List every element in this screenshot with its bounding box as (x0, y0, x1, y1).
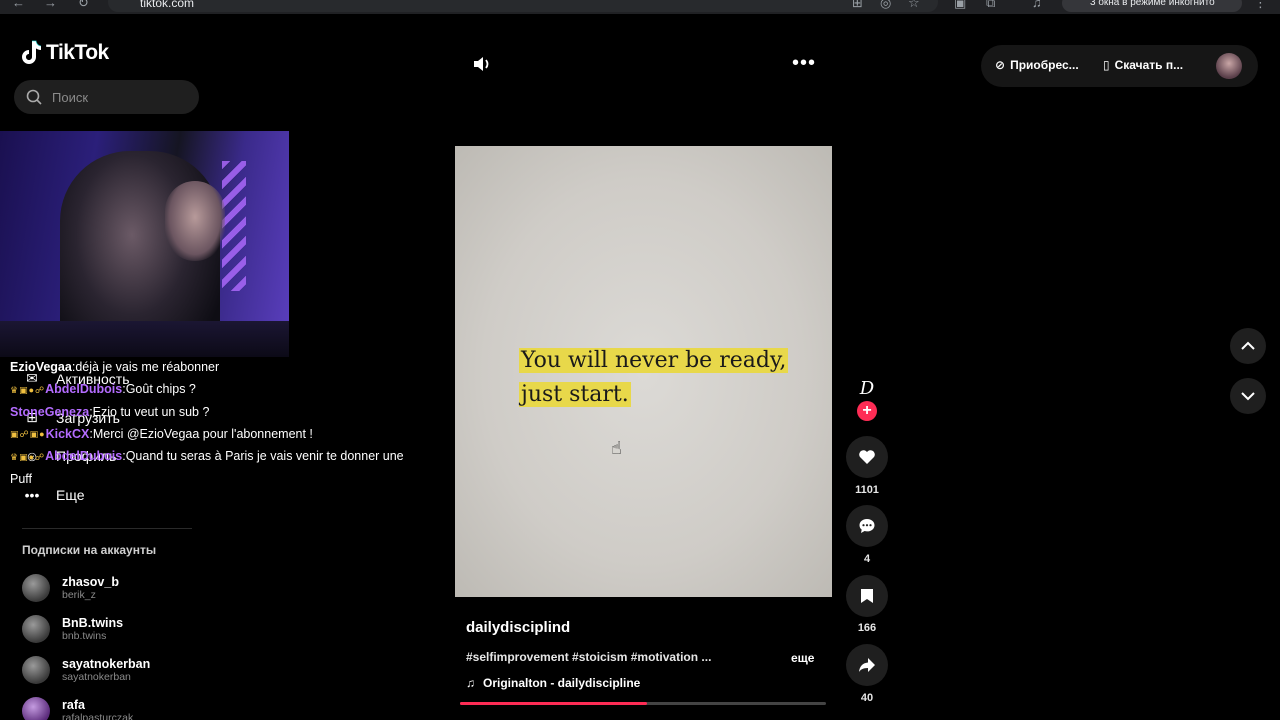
account-name: sayatnokerban (62, 657, 151, 671)
description-more-link[interactable]: еще (791, 651, 814, 665)
music-note-icon: ♫ (466, 676, 475, 690)
logo-text: TikTok (46, 41, 109, 64)
tiktok-logo[interactable]: TikTok (20, 40, 109, 66)
back-icon[interactable]: ← (12, 0, 25, 10)
video-progress-fill (460, 702, 647, 705)
chat-message: EzioVegaa:déjà je vais me réabonner (10, 360, 220, 374)
chat-text: Goût chips ? (125, 382, 196, 396)
get-coins-label: Приобрес... (1010, 58, 1079, 72)
user-avatar[interactable] (1216, 53, 1242, 79)
search-icon (26, 89, 42, 105)
next-video-button[interactable] (1230, 378, 1266, 414)
video-hashtags[interactable]: #selfimprovement #stoicism #motivation .… (466, 650, 711, 664)
chat-username: AbdelDubois (45, 382, 123, 396)
share-button[interactable] (846, 644, 888, 686)
following-title: Подписки на аккаунты (22, 543, 157, 557)
quote-line-2: just start. (519, 382, 631, 407)
stream-chat: EzioVegaa:déjà je vais me réabonner ♛▣●☍A… (10, 356, 410, 490)
like-button[interactable] (846, 436, 888, 478)
chat-text: Ezio tu veut un sub ? (92, 404, 210, 419)
video-author[interactable]: dailydisciplind (466, 619, 570, 636)
download-app-label: Скачать п... (1114, 58, 1184, 72)
comment-button[interactable] (846, 505, 888, 547)
forward-icon[interactable]: → (44, 0, 57, 10)
account-handle: rafalpasturczak (62, 712, 134, 720)
media-icon[interactable]: ♫ (1032, 0, 1042, 10)
reload-icon[interactable]: ↻ (78, 0, 89, 10)
save-count: 166 (857, 622, 877, 634)
following-account[interactable]: rafa rafalpasturczak (22, 697, 133, 720)
chat-text: Merci @EzioVegaa pour l'abonnement ! (92, 426, 313, 441)
avatar (22, 574, 50, 602)
avatar (22, 615, 50, 643)
comment-count: 4 (863, 553, 871, 565)
save-button[interactable] (846, 575, 888, 617)
translate-icon[interactable]: ⊞ (852, 0, 863, 10)
like-count: 1101 (855, 484, 879, 496)
incognito-badge[interactable]: 3 окна в режиме инкогнито (1062, 0, 1242, 12)
chat-username: AbdelDubois (45, 449, 123, 464)
following-account[interactable]: zhasov_b berik_z (22, 574, 119, 602)
chat-text: déjà je vais me réabonner (75, 360, 220, 374)
music-info[interactable]: ♫ Originalton - dailydiscipline (466, 676, 640, 690)
chat-message: ♛▣●☍AbdelDubois:Goût chips ? (10, 378, 410, 401)
previous-video-button[interactable] (1230, 328, 1266, 364)
chat-badges-icon: ♛▣●☍ (10, 452, 46, 463)
share-count: 40 (860, 692, 874, 704)
webcam-overlay (0, 131, 289, 357)
music-title: Originalton - dailydiscipline (483, 676, 641, 690)
avatar (22, 656, 50, 684)
account-name: rafa (62, 698, 85, 712)
account-name: BnB.twins (62, 616, 124, 630)
chat-username: StoneGeneza (10, 404, 90, 419)
neon-lights (222, 161, 246, 291)
following-account[interactable]: sayatnokerban sayatnokerban (22, 656, 150, 684)
account-name: zhasov_b (62, 575, 119, 589)
background-shelf (0, 321, 289, 357)
creator-avatar[interactable]: D (852, 374, 882, 404)
extension-icon[interactable]: ▣ (954, 0, 966, 10)
get-coins-button[interactable]: ⊘ Приобрес... (995, 58, 1079, 72)
sidebar-divider (22, 528, 192, 529)
puzzle-icon[interactable]: ⧉ (986, 0, 995, 10)
comment-icon (859, 519, 875, 533)
search-box[interactable] (14, 80, 199, 114)
chevron-down-icon (1241, 392, 1255, 401)
download-app-button[interactable]: ▯ Скачать п... (1103, 58, 1183, 72)
streamer-face (165, 181, 225, 261)
browser-menu-icon[interactable]: ⋮ (1254, 0, 1267, 10)
tiktok-note-icon (22, 40, 42, 64)
more-options-icon[interactable]: ••• (792, 52, 816, 75)
coin-icon: ⊘ (995, 58, 1006, 72)
account-handle: bnb.twins (62, 630, 107, 642)
eye-off-icon[interactable]: ◎ (880, 0, 891, 10)
quote-line-1: You will never be ready, (519, 348, 789, 373)
video-quote: You will never be ready, just start. (519, 344, 789, 412)
follow-plus-button[interactable]: + (857, 401, 877, 421)
chat-badges-icon: ♛▣●☍ (10, 384, 46, 395)
star-icon[interactable]: ☆ (908, 0, 920, 10)
chat-message: ♛▣●☍AbdelDubois:Quand tu seras à Paris j… (10, 445, 410, 490)
chat-badges-icon: ▣☍▣● (10, 429, 46, 440)
video-progress-bar[interactable] (460, 702, 826, 705)
chat-message: StoneGeneza:Ezio tu veut un sub ? (10, 404, 210, 419)
chat-username: EzioVegaa (10, 360, 72, 374)
account-handle: sayatnokerban (62, 671, 131, 683)
search-input[interactable] (52, 89, 182, 105)
bookmark-icon (861, 589, 873, 603)
heart-icon (859, 450, 875, 464)
following-account[interactable]: BnB.twins bnb.twins (22, 615, 123, 643)
volume-icon[interactable] (472, 55, 492, 78)
chat-username: KickCX (45, 426, 90, 441)
chevron-up-icon (1241, 341, 1255, 350)
account-handle: berik_z (62, 589, 96, 601)
avatar (22, 697, 50, 720)
hand-cursor-icon: ☝ (611, 438, 622, 458)
phone-icon: ▯ (1103, 58, 1110, 72)
browser-toolbar: ← → ↻ tiktok.com ⊞ ◎ ☆ ▣ ⧉ ♫ 3 окна в ре… (0, 0, 1280, 14)
share-icon (859, 658, 875, 672)
url-text: tiktok.com (140, 0, 195, 10)
address-bar[interactable] (108, 0, 938, 12)
chat-message: ▣☍▣●KickCX:Merci @EzioVegaa pour l'abonn… (10, 423, 410, 446)
